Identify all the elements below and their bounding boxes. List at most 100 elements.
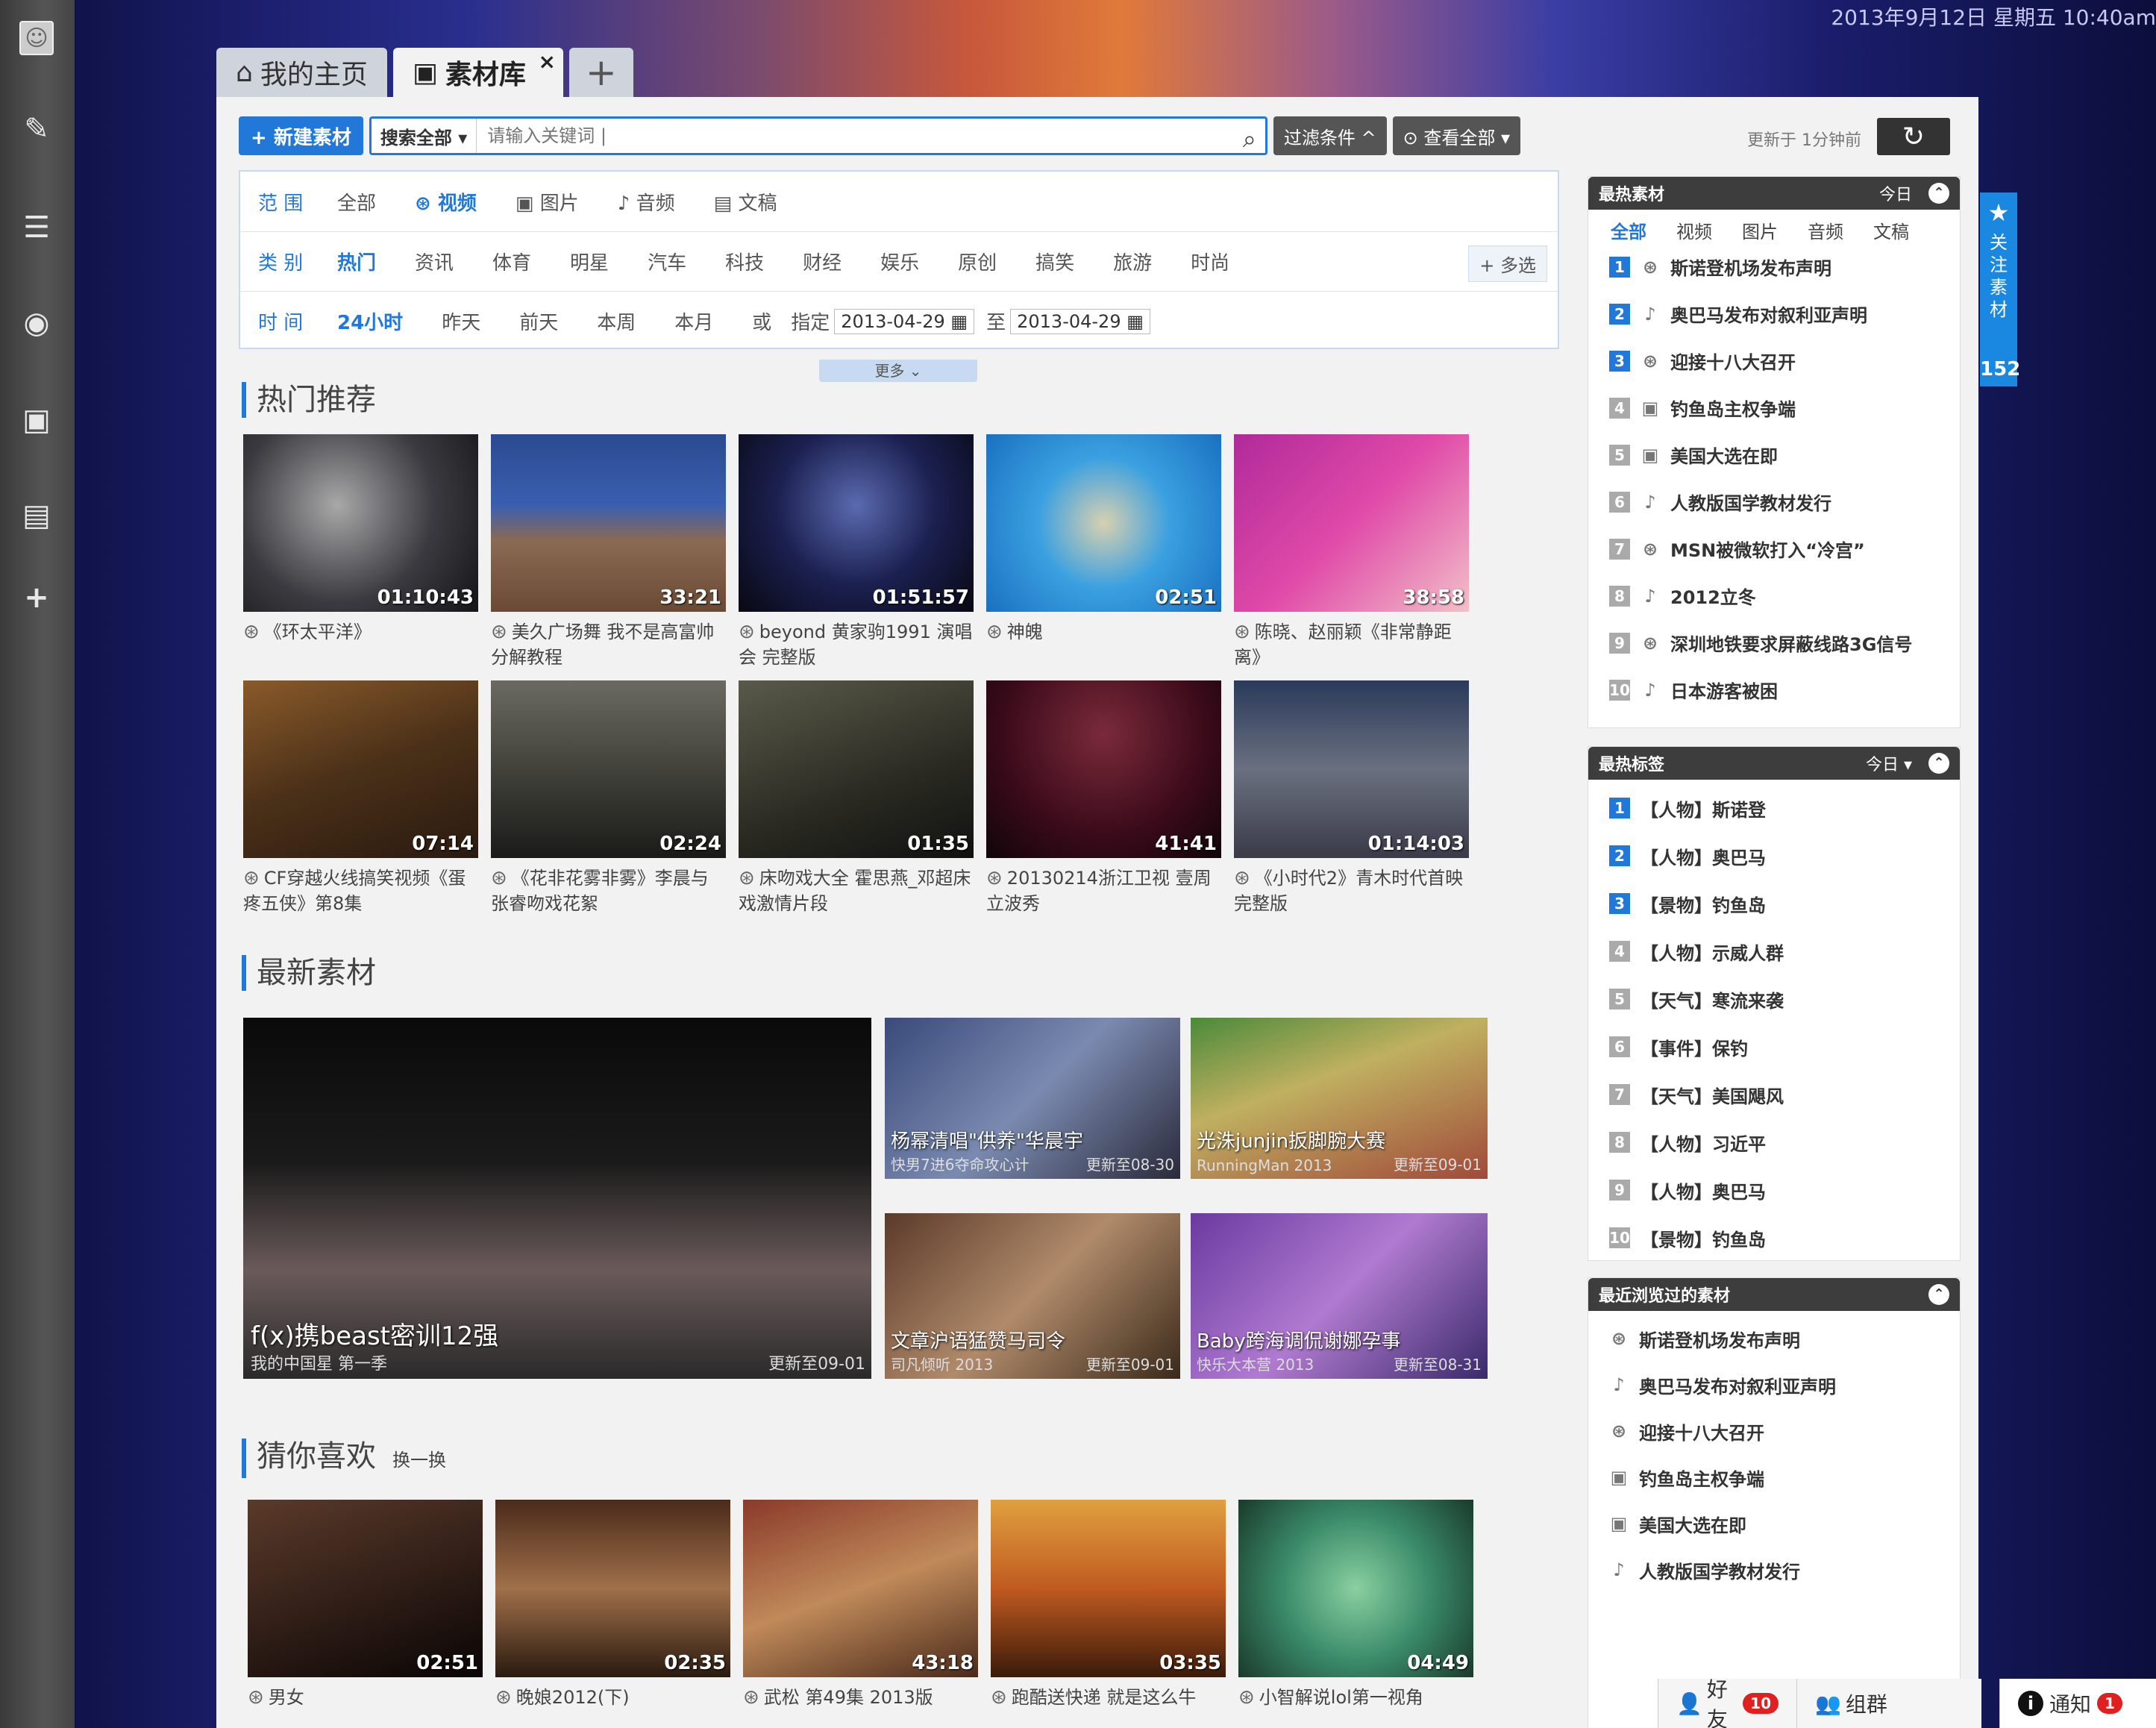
hot-materials-range[interactable]: 今日 — [1879, 181, 1912, 205]
video-thumbnail[interactable]: 02:51 — [986, 434, 1221, 612]
video-thumbnail[interactable]: 04:49 — [1238, 1500, 1473, 1677]
video-caption[interactable]: ⊛ 《小时代2》青木时代首映完整版 — [1234, 865, 1469, 916]
recent-item[interactable]: ♪ 人教版国学教材发行 — [1588, 1547, 1960, 1593]
recent-item[interactable]: ♪ 奥巴马发布对叙利亚声明 — [1588, 1362, 1960, 1408]
calendar-icon[interactable]: ▦ — [950, 311, 968, 332]
cat-option[interactable]: 时尚 — [1191, 248, 1229, 275]
friends-button[interactable]: 👤 好友 10 — [1658, 1677, 1796, 1728]
video-thumbnail[interactable]: 07:14 — [243, 680, 478, 858]
video-thumbnail[interactable]: 33:21 — [491, 434, 726, 612]
video-card[interactable]: 01:10:43 ⊛ 《环太平洋》 — [243, 434, 478, 645]
time-option[interactable]: 本月 — [674, 307, 713, 335]
new-material-button[interactable]: + 新建素材 — [239, 116, 363, 155]
video-card[interactable]: 01:14:03 ⊛ 《小时代2》青木时代首映完整版 — [1234, 680, 1469, 916]
hot-tag-item[interactable]: 1 【人物】斯诺登 — [1588, 784, 1960, 832]
tab-library[interactable]: ▣ 素材库 × — [392, 48, 563, 97]
hot-material-item[interactable]: 8 ♪ 2012立冬 — [1588, 572, 1960, 619]
cat-option[interactable]: 体育 — [492, 248, 531, 275]
video-caption[interactable]: ⊛ 陈晓、赵丽颖《非常静距离》 — [1234, 619, 1469, 670]
hot-tag-item[interactable]: 4 【人物】示威人群 — [1588, 927, 1960, 975]
latest-video[interactable]: 光洙junjin扳脚腕大赛 RunningMan 2013 更新至09-01 — [1191, 1018, 1488, 1179]
tab-all[interactable]: 全部 — [1611, 217, 1646, 243]
hot-material-item[interactable]: 7 ⊛ MSN被微软打入“冷宫” — [1588, 525, 1960, 572]
calendar-icon[interactable]: ▦ — [1126, 311, 1144, 332]
tab-audio[interactable]: 音频 — [1808, 217, 1843, 243]
hot-material-item[interactable]: 10 ♪ 日本游客被困 — [1588, 666, 1960, 713]
range-video[interactable]: ⊛ 视频 — [415, 188, 477, 216]
video-caption[interactable]: ⊛ 美久广场舞 我不是高富帅分解教程 — [491, 619, 726, 670]
cat-option[interactable]: 旅游 — [1113, 248, 1152, 275]
hot-material-item[interactable]: 4 ▣ 钓鱼岛主权争端 — [1588, 384, 1960, 431]
latest-video[interactable]: Baby跨海调侃谢娜孕事 快乐大本营 2013 更新至08-31 — [1191, 1213, 1488, 1379]
notify-button[interactable]: i 通知 1 — [1999, 1679, 2156, 1728]
hot-tag-item[interactable]: 6 【事件】保钓 — [1588, 1023, 1960, 1071]
more-filters-button[interactable]: 更多 ⌄ — [819, 360, 977, 382]
video-card[interactable]: 41:41 ⊛ 20130214浙江卫视 壹周立波秀 — [986, 680, 1221, 916]
hot-tag-item[interactable]: 7 【天气】美国飓风 — [1588, 1071, 1960, 1118]
time-option[interactable]: 前天 — [519, 307, 558, 335]
video-card[interactable]: 04:49 ⊛ 小智解说lol第一视角 — [1238, 1500, 1473, 1710]
hot-material-item[interactable]: 5 ▣ 美国大选在即 — [1588, 431, 1960, 478]
video-thumbnail[interactable]: 38:58 — [1234, 434, 1469, 612]
video-thumbnail[interactable]: 01:10:43 — [243, 434, 478, 612]
video-card[interactable]: 02:24 ⊛ 《花非花雾非雾》李晨与张睿吻戏花絮 — [491, 680, 726, 916]
video-thumbnail[interactable]: 01:51:57 — [739, 434, 974, 612]
hot-tag-item[interactable]: 8 【人物】习近平 — [1588, 1118, 1960, 1166]
video-thumbnail[interactable]: 02:51 — [248, 1500, 483, 1677]
video-card[interactable]: 02:51 ⊛ 男女 — [248, 1500, 483, 1710]
video-caption[interactable]: ⊛ 男女 — [248, 1685, 483, 1710]
cat-option[interactable]: 原创 — [958, 248, 997, 275]
video-caption[interactable]: ⊛ 武松 第49集 2013版 — [743, 1685, 978, 1710]
video-caption[interactable]: ⊛ beyond 黄家驹1991 演唱会 完整版 — [739, 619, 974, 670]
video-caption[interactable]: ⊛ 神魄 — [986, 619, 1221, 645]
time-option[interactable]: 昨天 — [442, 307, 480, 335]
recent-item[interactable]: ▣ 美国大选在即 — [1588, 1500, 1960, 1547]
video-thumbnail[interactable]: 02:35 — [495, 1500, 730, 1677]
hot-material-item[interactable]: 1 ⊛ 斯诺登机场发布声明 — [1588, 243, 1960, 290]
video-caption[interactable]: ⊛ 床吻戏大全 霍思燕_邓超床戏激情片段 — [739, 865, 974, 916]
hot-material-item[interactable]: 2 ♪ 奥巴马发布对叙利亚声明 — [1588, 290, 1960, 337]
recent-item[interactable]: ▣ 钓鱼岛主权争端 — [1588, 1454, 1960, 1500]
cat-option[interactable]: 搞笑 — [1035, 248, 1074, 275]
date-from-field[interactable]: 2013-04-29 ▦ — [834, 308, 975, 334]
video-caption[interactable]: ⊛ 跑酷送快递 就是这么牛 — [991, 1685, 1226, 1710]
cat-option[interactable]: 汽车 — [648, 248, 686, 275]
hot-tag-item[interactable]: 9 【人物】奥巴马 — [1588, 1166, 1960, 1214]
avatar-icon[interactable]: ☺ — [19, 21, 54, 55]
list-icon[interactable]: ☰ — [19, 210, 54, 245]
video-card[interactable]: 07:14 ⊛ CF穿越火线搞笑视频《蛋疼五侠》第8集 — [243, 680, 478, 916]
device-icon[interactable]: ▤ — [19, 498, 54, 533]
hot-material-item[interactable]: 3 ⊛ 迎接十八大召开 — [1588, 337, 1960, 384]
plus-icon[interactable]: + — [19, 580, 54, 615]
edit-icon[interactable]: ✎ — [19, 112, 54, 146]
video-card[interactable]: 38:58 ⊛ 陈晓、赵丽颖《非常静距离》 — [1234, 434, 1469, 670]
video-thumbnail[interactable]: 01:35 — [739, 680, 974, 858]
recent-item[interactable]: ⊛ 斯诺登机场发布声明 — [1588, 1315, 1960, 1362]
video-card[interactable]: 02:51 ⊛ 神魄 — [986, 434, 1221, 645]
view-all-button[interactable]: ⊙ 查看全部 ▾ — [1392, 116, 1521, 155]
video-thumbnail[interactable]: 01:14:03 — [1234, 680, 1469, 858]
tab-home[interactable]: ⌂ 我的主页 — [216, 48, 387, 97]
video-thumbnail[interactable]: 41:41 — [986, 680, 1221, 858]
search-input[interactable] — [477, 119, 1265, 153]
add-tab-button[interactable]: + — [568, 48, 633, 97]
tab-doc[interactable]: 文稿 — [1873, 217, 1909, 243]
video-card[interactable]: 02:35 ⊛ 晚娘2012(下) — [495, 1500, 730, 1710]
featured-video[interactable]: f(x)携beast密训12强 我的中国星 第一季 更新至09-01 — [243, 1018, 871, 1379]
hot-tags-range[interactable]: 今日 ▾ — [1866, 751, 1912, 775]
hot-material-item[interactable]: 6 ♪ 人教版国学教材发行 — [1588, 478, 1960, 525]
range-audio[interactable]: ♪ 音频 — [618, 188, 675, 216]
video-card[interactable]: 33:21 ⊛ 美久广场舞 我不是高富帅分解教程 — [491, 434, 726, 670]
cat-option[interactable]: 明星 — [570, 248, 609, 275]
video-card[interactable]: 43:18 ⊛ 武松 第49集 2013版 — [743, 1500, 978, 1710]
cat-option[interactable]: 科技 — [725, 248, 764, 275]
refresh-button[interactable]: ↻ — [1877, 118, 1950, 155]
multi-select-button[interactable]: + 多选 — [1468, 245, 1547, 282]
date-to-field[interactable]: 2013-04-29 ▦ — [1010, 308, 1150, 334]
video-caption[interactable]: ⊛ 《环太平洋》 — [243, 619, 478, 645]
hot-material-item[interactable]: 9 ⊛ 深圳地铁要求屏蔽线路3G信号 — [1588, 619, 1960, 666]
hot-tag-item[interactable]: 3 【景物】钓鱼岛 — [1588, 880, 1960, 927]
search-scope-dropdown[interactable]: 搜索全部 ▾ — [372, 119, 477, 153]
video-card[interactable]: 01:35 ⊛ 床吻戏大全 霍思燕_邓超床戏激情片段 — [739, 680, 974, 916]
latest-video[interactable]: 杨幂清唱"供养"华晨宇 快男7进6夺命攻心计 更新至08-30 — [885, 1018, 1180, 1179]
